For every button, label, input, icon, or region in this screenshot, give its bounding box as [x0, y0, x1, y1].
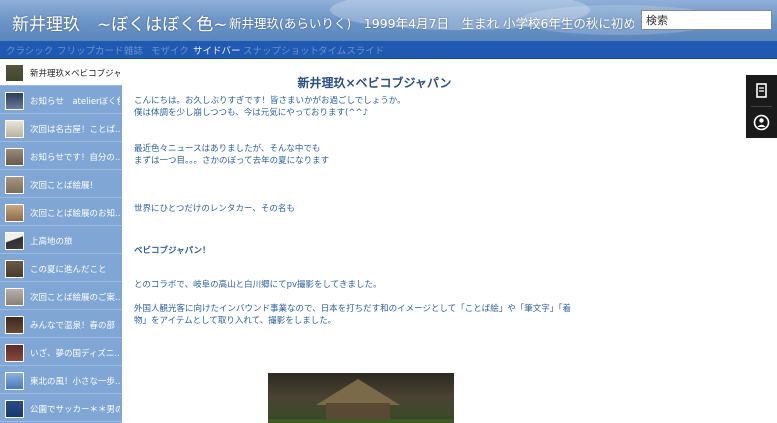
sidebar-item-post[interactable]: お知らせです！自分の...: [0, 144, 122, 170]
sidebar-item-label: 公園でサッカー＊＊男の...: [30, 405, 120, 415]
blog-title[interactable]: 新井理玖 ~ぼくはぼく色~: [12, 10, 228, 35]
sidebar-item-post[interactable]: お知らせ atelierぼく色...: [0, 88, 122, 114]
sidebar-item-label: 次回は名古屋！ことば...: [30, 125, 120, 135]
post-thumbnail: [5, 120, 24, 138]
account-icon: [753, 114, 770, 131]
sidebar-item-label: お知らせ atelierぼく色...: [30, 97, 120, 107]
sidebar-item-post[interactable]: いざ、夢の国ディズニ...: [0, 340, 122, 366]
post-thumbnail: [5, 148, 24, 166]
sidebar-item-label: 東北の風！小さな一歩...: [30, 377, 120, 387]
post-content: 新井理玖×ベビコブジャパン こんにちは。お久しぶりすぎです！皆さまいかがお過ごし…: [122, 60, 746, 423]
sidebar-item-post[interactable]: 東北の風！小さな一歩...: [0, 368, 122, 394]
sidebar-item-post[interactable]: 公園でサッカー＊＊男の...: [0, 396, 122, 422]
post-title: 新井理玖×ベビコブジャパン: [297, 76, 452, 90]
post-paragraph: 僕は体調を少し崩しつつも、今は元気にやっております(^^♪: [134, 108, 369, 118]
post-paragraph: 外国人観光客に向けたインバウンド事業なので、日本を打ちだす和のイメージとして「こ…: [134, 304, 571, 314]
post-thumbnail: [5, 64, 24, 82]
sidebar-item-label: みんなで温泉！春の部: [30, 321, 116, 331]
blog-header: 新井理玖 ~ぼくはぼく色~ 新井理玖(あらいりく) 1999年4月7日 生まれ …: [0, 0, 777, 41]
post-thumbnail: [5, 372, 24, 390]
post-thumbnail: [5, 316, 24, 334]
blog-description: 新井理玖(あらいりく) 1999年4月7日 生まれ 小学校6年生の秋に初め...: [229, 16, 634, 31]
sidebar-item-post[interactable]: 次回は名古屋！ことば...: [0, 116, 122, 142]
post-paragraph: とのコラボで、岐阜の高山と白川郷にてpv撮影をしてきました。: [134, 280, 382, 290]
sidebar-item-post[interactable]: 上高地の旅: [0, 228, 122, 254]
sidebar-item-post[interactable]: この夏に進んだこと: [0, 256, 122, 282]
post-thumbnail: [5, 400, 24, 418]
post-thumbnail: [5, 260, 24, 278]
post-thumbnail: [5, 92, 24, 110]
sidebar-item-post[interactable]: みんなで温泉！春の部: [0, 312, 122, 338]
post-thumbnail: [5, 288, 24, 306]
post-thumbnail: [5, 344, 24, 362]
sidebar-item-post[interactable]: 次回ことば絵展のお知...: [0, 200, 122, 226]
post-thumbnail: [5, 232, 24, 250]
tab-flipcard[interactable]: フリップカード: [57, 43, 124, 57]
tab-mosaic[interactable]: モザイク: [151, 43, 189, 57]
sidebar-item-label: 上高地の旅: [30, 237, 73, 247]
view-tabs: クラシック フリップカード 雑誌 モザイク サイドバー スナップショット タイム…: [0, 41, 777, 59]
post-thumbnail: [5, 204, 24, 222]
account-button[interactable]: [746, 107, 777, 138]
photo-roof-shape: [316, 379, 400, 405]
tab-classic[interactable]: クラシック: [6, 43, 53, 57]
tab-timeslide[interactable]: タイムスライド: [318, 43, 384, 57]
tab-magazine[interactable]: 雑誌: [124, 43, 143, 57]
share-button[interactable]: [746, 75, 777, 106]
sidebar-item-label: いざ、夢の国ディズニ...: [30, 349, 120, 359]
sidebar-item-label: この夏に進んだこと: [30, 265, 107, 275]
post-paragraph: 最近色々ニュースはありましたが、そんな中でも: [134, 144, 321, 154]
search-input[interactable]: [641, 10, 772, 30]
post-paragraph: 物」をアイテムとして取り入れて、撮影をしました。: [134, 316, 337, 326]
sidebar-item-label: 次回ことば絵展のお知...: [30, 209, 120, 219]
tab-sidebar[interactable]: サイドバー: [193, 43, 241, 57]
floating-action-bar: [746, 75, 777, 138]
post-paragraph-emphasis: ベビコブジャパン！: [134, 246, 211, 256]
tab-snapshot[interactable]: スナップショット: [243, 43, 319, 57]
sidebar-item-post[interactable]: 次回ことば絵展のご案...: [0, 284, 122, 310]
post-paragraph: まずは一つ目。。。さかのぼって去年の夏になります: [134, 156, 330, 166]
sidebar-item-post[interactable]: 次回ことば絵展！: [0, 172, 122, 198]
sidebar-item-post[interactable]: 新井理玖×ベビコブジャパン: [0, 60, 122, 86]
sidebar-item-label: お知らせです！自分の...: [30, 153, 120, 163]
post-paragraph: こんにちは。お久しぶりすぎです！皆さまいかがお過ごしでしょうか。: [134, 96, 406, 106]
sidebar-item-label: 新井理玖×ベビコブジャパン: [30, 69, 120, 79]
share-icon: [756, 83, 767, 98]
post-list-sidebar: 新井理玖×ベビコブジャパン お知らせ atelierぼく色... 次回は名古屋！…: [0, 60, 122, 423]
post-thumbnail: [5, 176, 24, 194]
post-paragraph: 世界にひとつだけのレンタカー、その名も: [134, 204, 295, 214]
post-photo-thatched-house[interactable]: [268, 373, 454, 423]
sidebar-item-label: 次回ことば絵展！: [30, 181, 99, 191]
photo-grass-shape: [268, 419, 454, 423]
sidebar-item-label: 次回ことば絵展のご案...: [30, 293, 120, 303]
